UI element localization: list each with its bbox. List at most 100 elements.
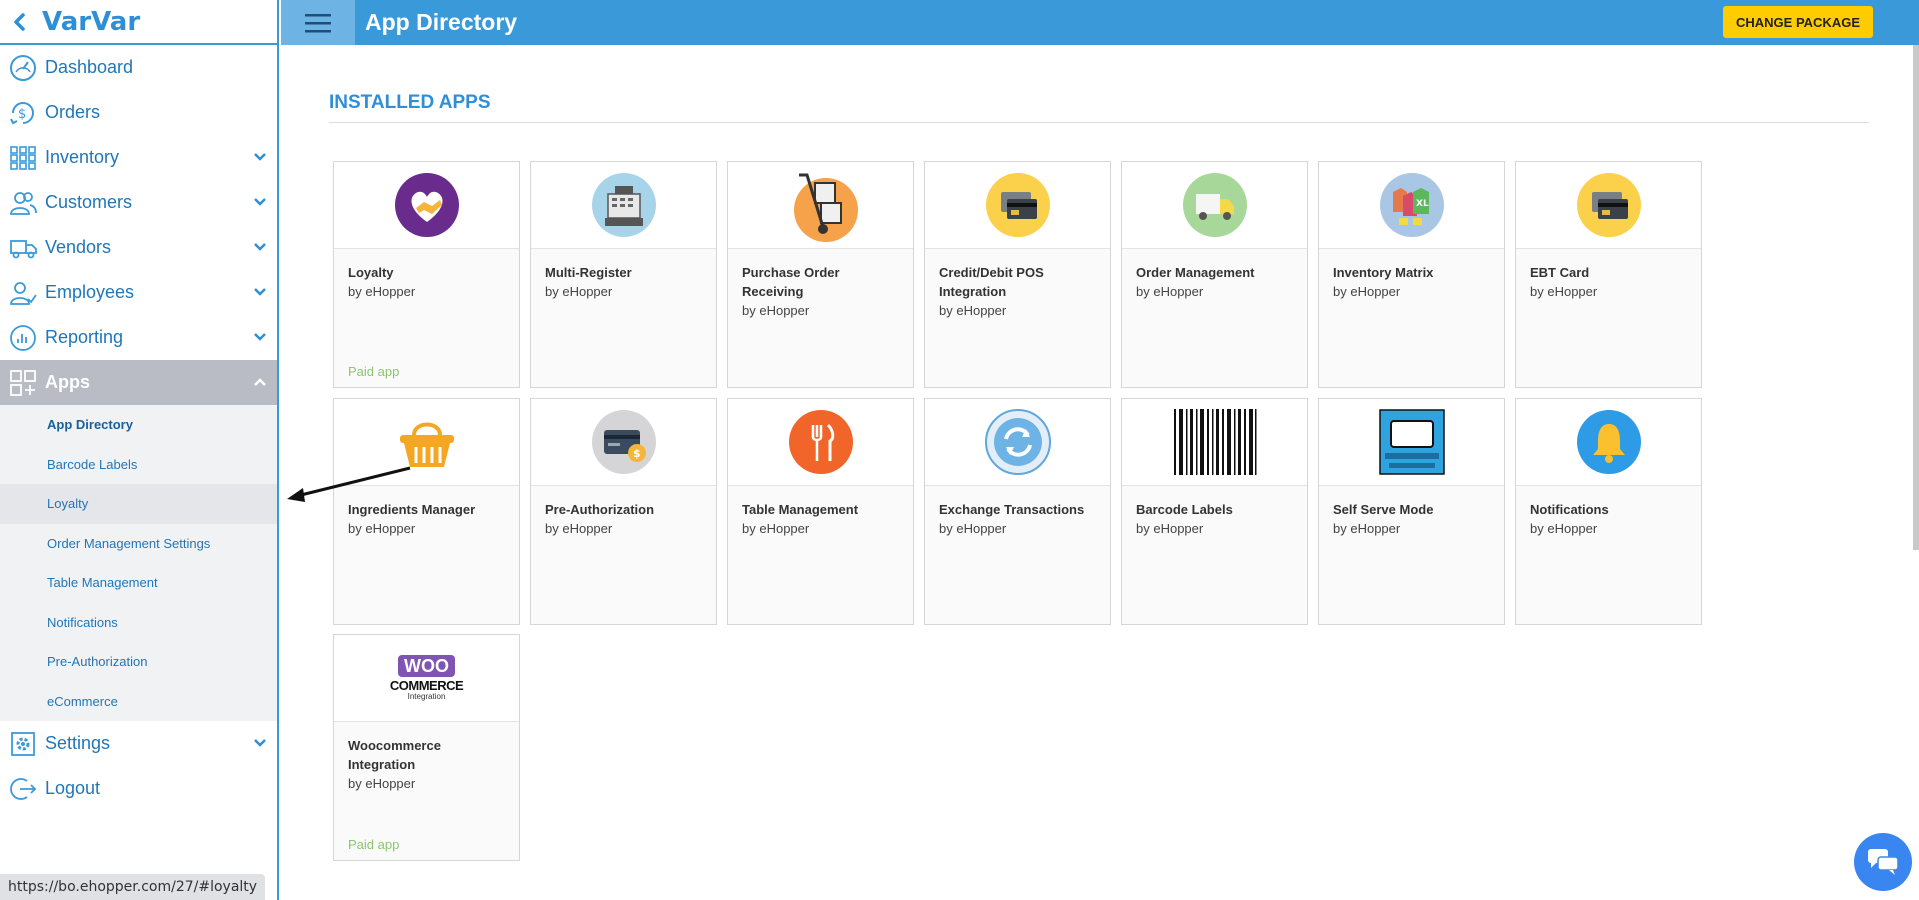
app-card-order-management[interactable]: Order Management by eHopper bbox=[1121, 161, 1308, 388]
paid-app-badge: Paid app bbox=[348, 364, 400, 379]
svg-text:$: $ bbox=[633, 447, 641, 460]
app-card-self-serve-mode[interactable]: Self Serve Mode by eHopper bbox=[1318, 398, 1505, 625]
app-title: Barcode Labels bbox=[1136, 502, 1233, 517]
dashboard-icon bbox=[8, 53, 38, 83]
sidebar-item-reporting[interactable]: Reporting bbox=[0, 315, 277, 360]
sidebar-item-logout[interactable]: Logout bbox=[0, 766, 277, 811]
page-title: App Directory bbox=[365, 9, 518, 35]
sidebar-item-orders[interactable]: $ Orders bbox=[0, 90, 277, 135]
hamburger-menu-button[interactable] bbox=[281, 0, 355, 45]
top-header: App Directory CHANGE PACKAGE bbox=[281, 0, 1919, 45]
app-title: EBT Card bbox=[1530, 265, 1590, 280]
app-card-inventory-matrix[interactable]: XL Inventory Matrix by eHopper bbox=[1318, 161, 1505, 388]
cash-register-icon bbox=[591, 173, 656, 237]
chevron-down-icon[interactable] bbox=[253, 195, 267, 209]
paid-app-badge: Paid app bbox=[348, 837, 400, 852]
orders-icon: $ bbox=[8, 98, 38, 128]
chevron-down-icon[interactable] bbox=[253, 736, 267, 750]
sidebar-item-label: Orders bbox=[45, 102, 101, 122]
app-title: Woocommerce Integration bbox=[348, 738, 441, 772]
submenu-ecommerce[interactable]: eCommerce bbox=[0, 682, 277, 722]
sidebar-item-customers[interactable]: Customers bbox=[0, 180, 277, 225]
brand-name: VarVar bbox=[42, 6, 141, 37]
status-bar-url: https://bo.ehopper.com/27/#loyalty bbox=[0, 874, 266, 900]
logout-icon bbox=[8, 774, 38, 804]
clothing-matrix-icon: XL bbox=[1379, 173, 1444, 237]
sidebar-item-label: Logout bbox=[45, 778, 101, 798]
inventory-icon bbox=[8, 143, 38, 173]
submenu-order-management-settings[interactable]: Order Management Settings bbox=[0, 524, 277, 564]
app-card-exchange-transactions[interactable]: Exchange Transactions by eHopper bbox=[924, 398, 1111, 625]
app-card-table-management[interactable]: Table Management by eHopper bbox=[727, 398, 914, 625]
submenu-app-directory[interactable]: App Directory bbox=[0, 405, 277, 445]
exchange-arrows-icon bbox=[984, 409, 1051, 475]
kiosk-screen-icon bbox=[1378, 409, 1445, 475]
submenu-loyalty[interactable]: Loyalty bbox=[0, 484, 277, 524]
app-card-multi-register[interactable]: Multi-Register by eHopper bbox=[530, 161, 717, 388]
app-card-purchase-order-receiving[interactable]: Purchase Order Receiving by eHopper bbox=[727, 161, 914, 388]
chevron-down-icon[interactable] bbox=[253, 285, 267, 299]
app-title: Self Serve Mode bbox=[1333, 502, 1434, 517]
app-card-woocommerce-integration[interactable]: WOO COMMERCE Integration Woocommerce Int… bbox=[333, 634, 520, 861]
app-card-notifications[interactable]: Notifications by eHopper bbox=[1515, 398, 1702, 625]
sidebar: VarVar Dashboard $ Orders Inventory Cust… bbox=[0, 0, 279, 900]
app-card-loyalty[interactable]: Loyalty by eHopper Paid app bbox=[333, 161, 520, 388]
loyalty-handshake-icon bbox=[394, 173, 459, 237]
app-author: by eHopper bbox=[1333, 284, 1401, 299]
section-title: INSTALLED APPS bbox=[329, 92, 491, 113]
change-package-button[interactable]: CHANGE PACKAGE bbox=[1723, 6, 1873, 38]
ebt-cards-icon bbox=[1576, 173, 1641, 237]
sidebar-item-settings[interactable]: Settings bbox=[0, 721, 277, 766]
chevron-down-icon[interactable] bbox=[253, 240, 267, 254]
chevron-up-icon[interactable] bbox=[253, 375, 267, 389]
app-author: by eHopper bbox=[1530, 284, 1598, 299]
app-card-ebt-card[interactable]: EBT Card by eHopper bbox=[1515, 161, 1702, 388]
app-author: by eHopper bbox=[348, 284, 416, 299]
app-card-ingredients-manager[interactable]: Ingredients Manager by eHopper bbox=[333, 398, 520, 625]
section-divider bbox=[329, 122, 1869, 123]
app-card-pre-authorization[interactable]: $ Pre-Authorization by eHopper bbox=[530, 398, 717, 625]
fork-knife-icon bbox=[788, 410, 853, 474]
app-card-barcode-labels[interactable]: Barcode Labels by eHopper bbox=[1121, 398, 1308, 625]
app-card-credit-debit-pos[interactable]: Credit/Debit POS Integration by eHopper bbox=[924, 161, 1111, 388]
sidebar-item-vendors[interactable]: Vendors bbox=[0, 225, 277, 270]
sidebar-item-dashboard[interactable]: Dashboard bbox=[0, 45, 277, 90]
submenu-notifications[interactable]: Notifications bbox=[0, 603, 277, 643]
chevron-down-icon[interactable] bbox=[253, 150, 267, 164]
app-author: by eHopper bbox=[1333, 521, 1401, 536]
chevron-down-icon[interactable] bbox=[253, 330, 267, 344]
reporting-icon bbox=[8, 323, 38, 353]
annotation-arrow-icon bbox=[287, 466, 411, 502]
submenu-table-management[interactable]: Table Management bbox=[0, 563, 277, 603]
app-title: Inventory Matrix bbox=[1333, 265, 1434, 280]
app-title: Multi-Register bbox=[545, 265, 632, 280]
woo-logo-text: WOO bbox=[398, 655, 455, 677]
brand-header[interactable]: VarVar bbox=[0, 0, 277, 45]
app-title: Credit/Debit POS Integration bbox=[939, 265, 1044, 299]
apps-icon bbox=[8, 368, 38, 398]
sidebar-item-label: Inventory bbox=[45, 147, 120, 167]
app-author: by eHopper bbox=[742, 303, 810, 318]
customers-icon bbox=[8, 188, 38, 218]
sidebar-item-label: Vendors bbox=[45, 237, 112, 257]
sidebar-item-label: Dashboard bbox=[45, 57, 134, 77]
svg-text:$: $ bbox=[18, 107, 26, 122]
chat-button[interactable] bbox=[1854, 833, 1912, 891]
svg-text:XL: XL bbox=[1416, 199, 1429, 209]
submenu-pre-authorization[interactable]: Pre-Authorization bbox=[0, 642, 277, 682]
chevron-left-icon[interactable] bbox=[10, 12, 30, 32]
credit-cards-icon bbox=[985, 173, 1050, 237]
sidebar-item-apps[interactable]: Apps bbox=[0, 360, 277, 405]
integration-logo-text: Integration bbox=[407, 692, 446, 701]
settings-icon bbox=[8, 729, 38, 759]
app-title: Table Management bbox=[742, 502, 859, 517]
sidebar-item-inventory[interactable]: Inventory bbox=[0, 135, 277, 180]
app-author: by eHopper bbox=[545, 284, 613, 299]
sidebar-item-label: Employees bbox=[45, 282, 135, 302]
app-author: by eHopper bbox=[1136, 284, 1204, 299]
submenu-barcode-labels[interactable]: Barcode Labels bbox=[0, 445, 277, 485]
app-author: by eHopper bbox=[742, 521, 810, 536]
scrollbar-thumb[interactable] bbox=[1913, 45, 1919, 550]
sidebar-item-employees[interactable]: Employees bbox=[0, 270, 277, 315]
app-author: by eHopper bbox=[348, 776, 416, 791]
